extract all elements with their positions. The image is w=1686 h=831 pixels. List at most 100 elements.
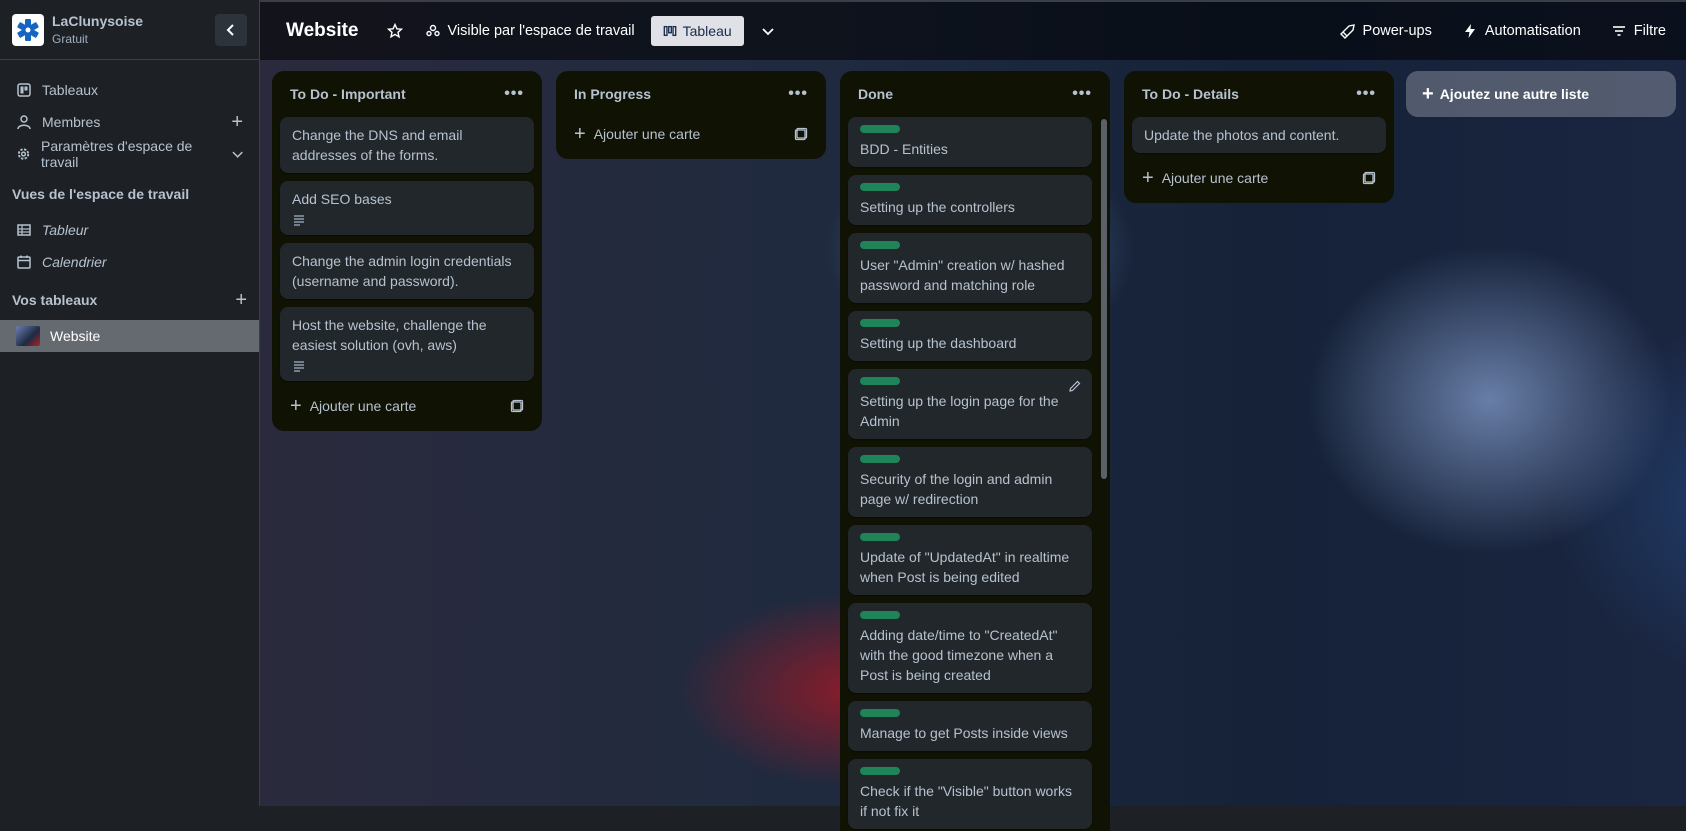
view-tab-board[interactable]: Tableau (650, 16, 744, 46)
card[interactable]: Change the DNS and email addresses of th… (280, 117, 534, 173)
card[interactable]: BDD - Entities (848, 117, 1092, 167)
star-icon (386, 23, 403, 39)
board-thumbnail (16, 326, 40, 346)
list-done: Done ••• BDD - Entities Setting up the c… (840, 71, 1110, 831)
powerups-button[interactable]: Power-ups (1332, 17, 1440, 45)
lightning-icon (1464, 24, 1475, 38)
sidebar-item-board-website[interactable]: Website (0, 320, 259, 352)
card-text: Add SEO bases (292, 191, 392, 207)
add-card-button[interactable]: + Ajouter une carte (280, 389, 534, 423)
add-member-icon[interactable]: + (231, 111, 243, 134)
card[interactable]: Update the photos and content. (1132, 117, 1386, 153)
card-label-green (860, 241, 900, 249)
card-text: Update the photos and content. (1144, 127, 1340, 143)
board-title[interactable]: Website (286, 20, 359, 42)
sidebar-item-boards[interactable]: Tableaux (0, 74, 259, 106)
collapse-sidebar-button[interactable] (215, 13, 247, 46)
list-scrollbar[interactable] (1101, 119, 1107, 479)
list-header[interactable]: To Do - Details ••• (1132, 79, 1386, 109)
description-icon (294, 215, 304, 226)
members-icon (17, 115, 31, 130)
list-header[interactable]: In Progress ••• (564, 79, 818, 109)
chevron-down-icon (762, 28, 774, 36)
visibility-button[interactable]: Visible par l'espace de travail (417, 17, 643, 45)
template-icon[interactable] (510, 399, 524, 413)
list-header[interactable]: Done ••• (848, 79, 1102, 109)
card-text: BDD - Entities (860, 141, 948, 157)
card[interactable]: Add SEO bases (280, 181, 534, 235)
add-board-icon[interactable]: + (235, 289, 247, 312)
add-card-label: Ajouter une carte (1161, 170, 1269, 186)
filter-button[interactable]: Filtre (1603, 17, 1674, 45)
card-label-green (860, 377, 900, 385)
sidebar-item-members[interactable]: Membres + (0, 106, 259, 138)
automation-label: Automatisation (1484, 23, 1581, 39)
calendar-icon (17, 255, 31, 269)
list-more-icon[interactable]: ••• (1356, 85, 1376, 103)
list-more-icon[interactable]: ••• (788, 85, 808, 103)
description-icon (294, 361, 304, 372)
plus-icon: + (1422, 82, 1434, 105)
list-title: In Progress (574, 86, 652, 102)
card-label-green (860, 125, 900, 133)
sidebar-item-spreadsheet[interactable]: Tableur (0, 214, 259, 246)
list-header[interactable]: To Do - Important ••• (280, 79, 534, 109)
card-label-green (860, 611, 900, 619)
card[interactable]: Manage to get Posts inside views (848, 701, 1092, 751)
views-dropdown-button[interactable] (752, 17, 784, 45)
card[interactable]: Setting up the login page for the Admin (848, 369, 1092, 439)
list-todo-details: To Do - Details ••• Update the photos an… (1124, 71, 1394, 203)
list-more-icon[interactable]: ••• (504, 85, 524, 103)
chevron-down-icon (232, 151, 243, 158)
card[interactable]: Host the website, challenge the easiest … (280, 307, 534, 381)
gear-icon (17, 148, 30, 160)
card-text: Change the DNS and email addresses of th… (292, 127, 463, 163)
card[interactable]: Update of "UpdatedAt" in realtime when P… (848, 525, 1092, 595)
plus-icon: + (574, 122, 586, 145)
card[interactable]: Security of the login and admin page w/ … (848, 447, 1092, 517)
card-label-green (860, 533, 900, 541)
template-icon[interactable] (794, 127, 808, 141)
add-card-button[interactable]: + Ajouter une carte (564, 117, 818, 151)
views-heading: Vues de l'espace de travail (12, 186, 190, 202)
plus-icon: + (1142, 166, 1154, 189)
sidebar-item-label: Tableur (42, 222, 89, 238)
list-in-progress: In Progress ••• + Ajouter une carte (556, 71, 826, 159)
board-header: Website Visible par l'espace de travail … (260, 0, 1686, 60)
workspace-plan: Gratuit (52, 32, 89, 46)
sidebar-item-calendar[interactable]: Calendrier (0, 246, 259, 278)
add-list-label: Ajoutez une autre liste (1439, 86, 1590, 102)
pencil-icon[interactable] (1068, 379, 1082, 393)
card-text: Adding date/time to "CreatedAt" with the… (860, 627, 1058, 683)
card[interactable]: User "Admin" creation w/ hashed password… (848, 233, 1092, 303)
template-icon[interactable] (1362, 171, 1376, 185)
card-label-green (860, 709, 900, 717)
add-card-label: Ajouter une carte (593, 126, 701, 142)
sidebar-item-label: Membres (42, 114, 101, 130)
list-title: Done (858, 86, 893, 102)
powerups-label: Power-ups (1362, 23, 1432, 39)
card[interactable]: Setting up the dashboard (848, 311, 1092, 361)
card-text: Security of the login and admin page w/ … (860, 471, 1053, 507)
card-text: User "Admin" creation w/ hashed password… (860, 257, 1065, 293)
star-button[interactable] (379, 17, 411, 45)
card[interactable]: Check if the "Visible" button works if n… (848, 759, 1092, 829)
card[interactable]: Change the admin login credentials (user… (280, 243, 534, 299)
workspace-visibility-icon (425, 24, 440, 37)
sidebar-item-label: Website (50, 328, 101, 344)
card-text: Setting up the controllers (860, 199, 1015, 215)
add-card-button[interactable]: + Ajouter une carte (1132, 161, 1386, 195)
sidebar: LaClunysoise Gratuit Tableaux Membres + … (0, 0, 260, 806)
card-text: Change the admin login credentials (user… (292, 253, 512, 289)
view-tab-label: Tableau (682, 23, 732, 39)
sidebar-item-settings[interactable]: Paramètres d'espace de travail (0, 138, 259, 170)
list-more-icon[interactable]: ••• (1072, 85, 1092, 103)
workspace-name: LaClunysoise (52, 13, 144, 29)
add-list-button[interactable]: + Ajoutez une autre liste (1406, 71, 1676, 117)
card[interactable]: Adding date/time to "CreatedAt" with the… (848, 603, 1092, 693)
boards-heading-label: Vos tableaux (12, 292, 98, 308)
card[interactable]: Setting up the controllers (848, 175, 1092, 225)
card-text: Update of "UpdatedAt" in realtime when P… (860, 549, 1070, 585)
card-text: Host the website, challenge the easiest … (292, 317, 487, 353)
automation-button[interactable]: Automatisation (1454, 17, 1589, 45)
